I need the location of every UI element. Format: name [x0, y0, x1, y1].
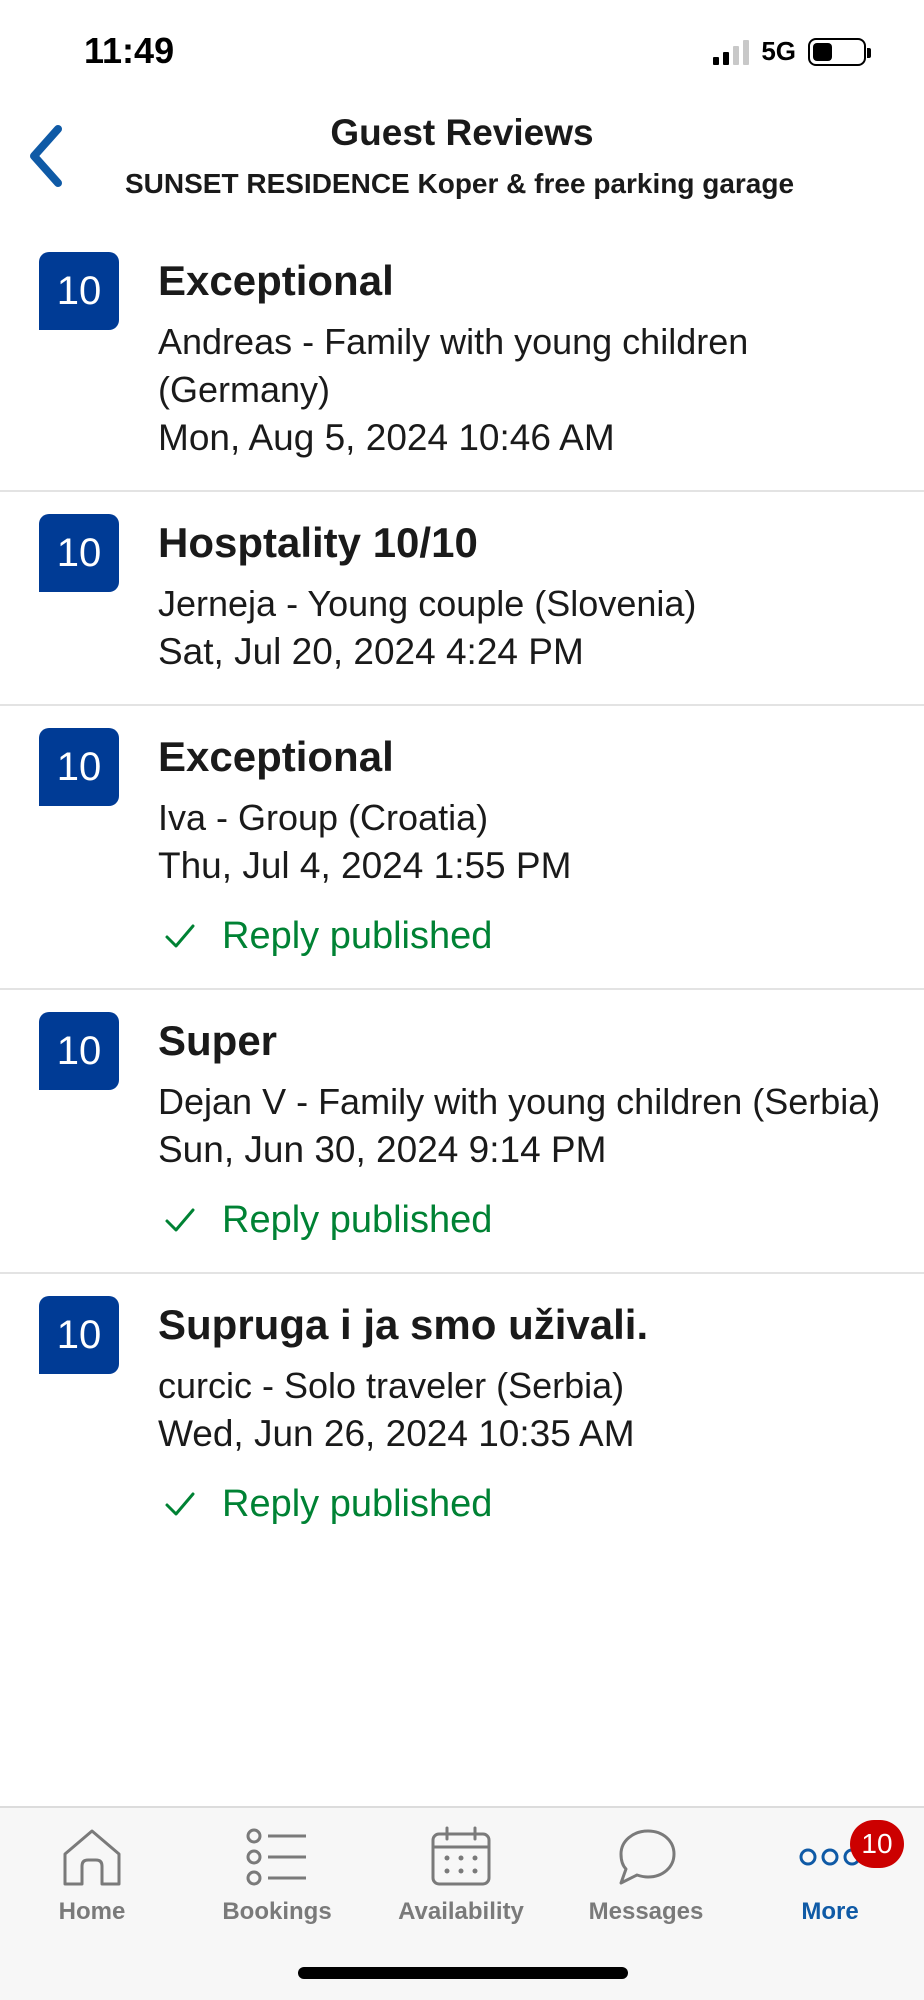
header: Guest Reviews SUNSET RESIDENCE Koper & f…	[0, 100, 924, 230]
tab-more[interactable]: More 10	[740, 1820, 920, 1942]
tab-label: More	[801, 1898, 859, 1925]
review-title: Hosptality 10/10	[158, 519, 478, 566]
review-title: Supruga i ja smo uživali.	[158, 1301, 649, 1348]
status-time: 11:49	[84, 30, 175, 71]
review-guest: Andreas - Family with young children (Ge…	[158, 321, 749, 410]
home-indicator	[298, 1967, 628, 1979]
reply-status-label: Reply published	[222, 1199, 493, 1241]
review-title: Exceptional	[158, 257, 394, 304]
review-guest: Jerneja - Young couple (Slovenia)	[158, 583, 697, 624]
calendar-icon	[426, 1822, 496, 1892]
review-title: Exceptional	[158, 733, 394, 780]
review-guest: curcic - Solo traveler (Serbia)	[158, 1365, 625, 1406]
review-date: Wed, Jun 26, 2024 10:35 AM	[158, 1413, 635, 1454]
review-item[interactable]: 10 Supruga i ja smo uživali. curcic - So…	[0, 1274, 924, 1556]
reply-status: Reply published	[158, 1480, 894, 1528]
tab-home[interactable]: Home	[2, 1822, 182, 1942]
checkmark-icon	[165, 1208, 195, 1232]
score-badge: 10	[39, 514, 119, 592]
tab-bookings[interactable]: Bookings	[187, 1822, 367, 1942]
list-icon	[242, 1822, 312, 1892]
chat-bubble-icon	[611, 1822, 681, 1892]
review-date: Thu, Jul 4, 2024 1:55 PM	[158, 845, 572, 886]
tab-label: Home	[58, 1898, 126, 1925]
status-indicators: 5G	[713, 36, 871, 67]
review-item[interactable]: 10 Exceptional Andreas - Family with you…	[0, 230, 924, 492]
checkmark-icon	[165, 924, 195, 948]
notification-badge: 10	[850, 1820, 904, 1868]
review-date: Sat, Jul 20, 2024 4:24 PM	[158, 631, 584, 672]
reply-status: Reply published	[158, 1196, 894, 1244]
reply-status: Reply published	[158, 912, 894, 960]
tab-label: Messages	[588, 1898, 704, 1925]
review-item[interactable]: 10 Hosptality 10/10 Jerneja - Young coup…	[0, 492, 924, 706]
review-title: Super	[158, 1017, 278, 1064]
property-name: SUNSET RESIDENCE Koper & free parking ga…	[125, 168, 795, 199]
review-guest: Iva - Group (Croatia)	[158, 797, 489, 838]
review-item[interactable]: 10 Exceptional Iva - Group (Croatia) Thu…	[0, 706, 924, 990]
battery-level	[813, 42, 833, 61]
review-date: Sun, Jun 30, 2024 9:14 PM	[158, 1129, 607, 1170]
score-badge: 10	[39, 1012, 119, 1090]
cellular-signal-icon	[713, 39, 750, 65]
reply-status-label: Reply published	[222, 1483, 493, 1525]
tab-label: Bookings	[222, 1898, 332, 1925]
tab-label: Availability	[398, 1898, 524, 1925]
score-badge: 10	[39, 728, 119, 806]
checkmark-icon	[165, 1492, 195, 1516]
battery-icon	[808, 37, 871, 66]
page-title: Guest Reviews	[330, 112, 594, 153]
score-badge: 10	[39, 252, 119, 330]
home-icon	[57, 1822, 127, 1892]
review-list: 10 Exceptional Andreas - Family with you…	[0, 230, 924, 1556]
review-item[interactable]: 10 Super Dejan V - Family with young chi…	[0, 990, 924, 1274]
review-date: Mon, Aug 5, 2024 10:46 AM	[158, 417, 615, 458]
network-type: 5G	[761, 36, 796, 66]
review-guest: Dejan V - Family with young children (Se…	[158, 1081, 881, 1122]
tab-availability[interactable]: Availability	[371, 1822, 551, 1942]
tab-messages[interactable]: Messages	[556, 1822, 736, 1942]
score-badge: 10	[39, 1296, 119, 1374]
status-bar: 11:49 5G	[0, 0, 924, 100]
reply-status-label: Reply published	[222, 915, 493, 957]
